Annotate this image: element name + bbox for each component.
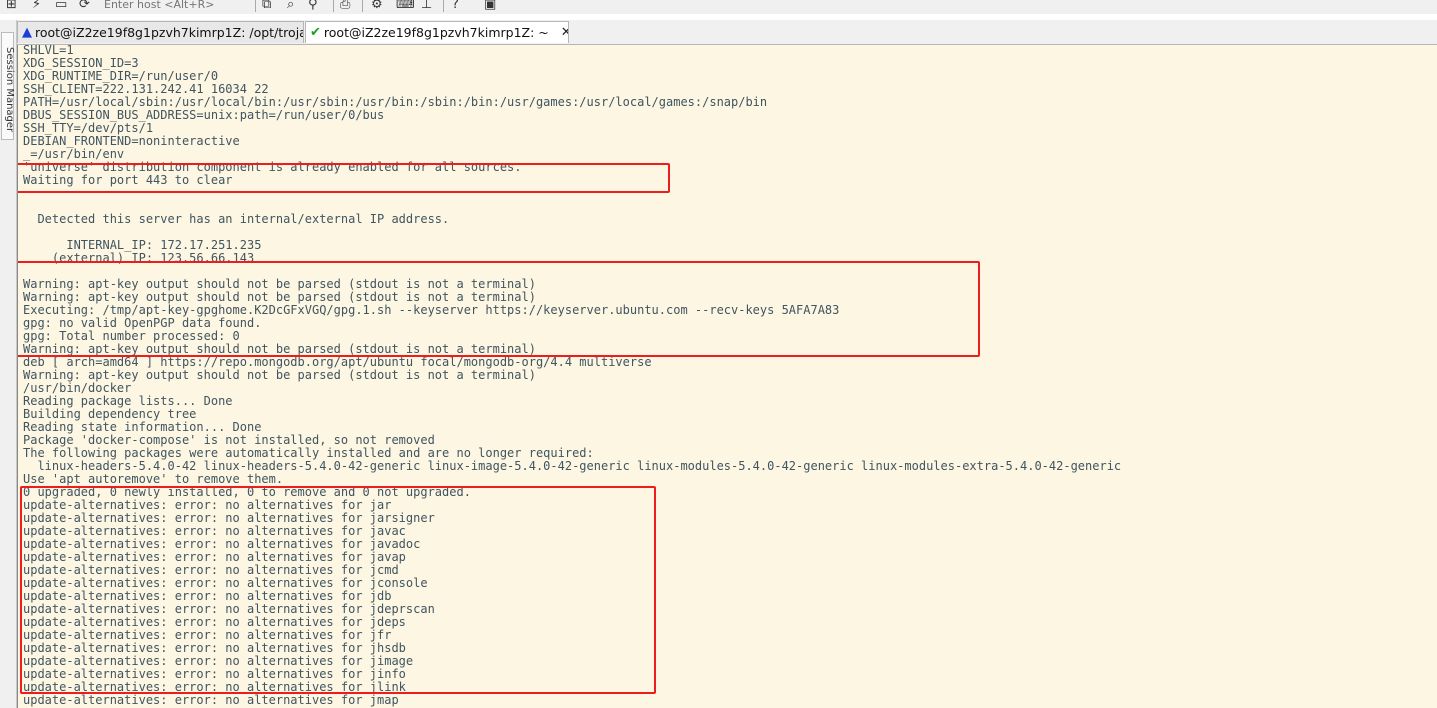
session-manager-tab[interactable]: Session Manager xyxy=(1,32,15,140)
tab-home-session[interactable]: ✔ root@iZ2ze19f8g1pzvh7kimrp1Z: ~ ✕ xyxy=(305,21,569,43)
lightning-icon[interactable]: ⚡ xyxy=(32,0,41,12)
session-manager-label: Session Manager xyxy=(4,47,15,133)
help-icon[interactable]: ? xyxy=(452,0,459,12)
binoculars-icon[interactable]: ⚲ xyxy=(308,0,318,12)
window-icon[interactable]: ▭ xyxy=(55,0,67,12)
terminal-line: Detected this server has an internal/ext… xyxy=(23,212,450,226)
pin-icon[interactable]: ⊥ xyxy=(421,0,432,12)
terminal-line: update-alternatives: error: no alternati… xyxy=(23,693,399,707)
host-input[interactable] xyxy=(104,0,254,12)
toolbar-divider xyxy=(255,0,256,12)
terminal-line: Waiting for port 443 to clear xyxy=(23,173,233,187)
duplicate-icon[interactable]: ⧉ xyxy=(262,0,271,12)
terminal-output[interactable]: SHLVL=1 XDG_SESSION_ID=3 XDG_RUNTIME_DIR=/… xyxy=(17,45,1437,708)
toolbar-divider xyxy=(362,0,363,12)
tab-label: root@iZ2ze19f8g1pzvh7kimrp1Z: ~ xyxy=(323,25,549,40)
session-manager-sidebar: Session Manager xyxy=(0,20,17,708)
close-icon[interactable]: ✕ xyxy=(561,25,568,40)
print-icon[interactable]: ⎙ xyxy=(340,0,350,12)
check-icon: ✔ xyxy=(310,25,321,40)
sitemap-icon[interactable]: ⊞ xyxy=(6,0,17,12)
refresh-icon[interactable]: ⟳ xyxy=(79,0,90,12)
settings-icon[interactable]: ⚙ xyxy=(371,0,383,12)
session-tab-bar: ▲ root@iZ2ze19f8g1pzvh7kimrp1Z: /opt/tro… xyxy=(0,20,1437,45)
keyboard-icon[interactable]: ⌨ xyxy=(396,0,415,12)
tab-label: root@iZ2ze19f8g1pzvh7kimrp1Z: /opt/troja… xyxy=(35,25,304,40)
tab-trojan-session[interactable]: ▲ root@iZ2ze19f8g1pzvh7kimrp1Z: /opt/tro… xyxy=(17,21,304,43)
toolbar-divider xyxy=(443,0,444,12)
lock-icon[interactable]: ▣ xyxy=(484,0,496,12)
toolbar: ⊞ ⚡ ▭ ⟳ ⧉ ⌕ ⚲ ⎙ ⚙ ⌨ ⊥ ? ▣ xyxy=(0,0,1437,14)
terminal-line: (external) IP: 123.56.66.143 xyxy=(23,251,255,265)
find-icon[interactable]: ⌕ xyxy=(287,0,294,12)
warning-icon: ▲ xyxy=(22,25,32,40)
toolbar-divider xyxy=(333,0,334,12)
